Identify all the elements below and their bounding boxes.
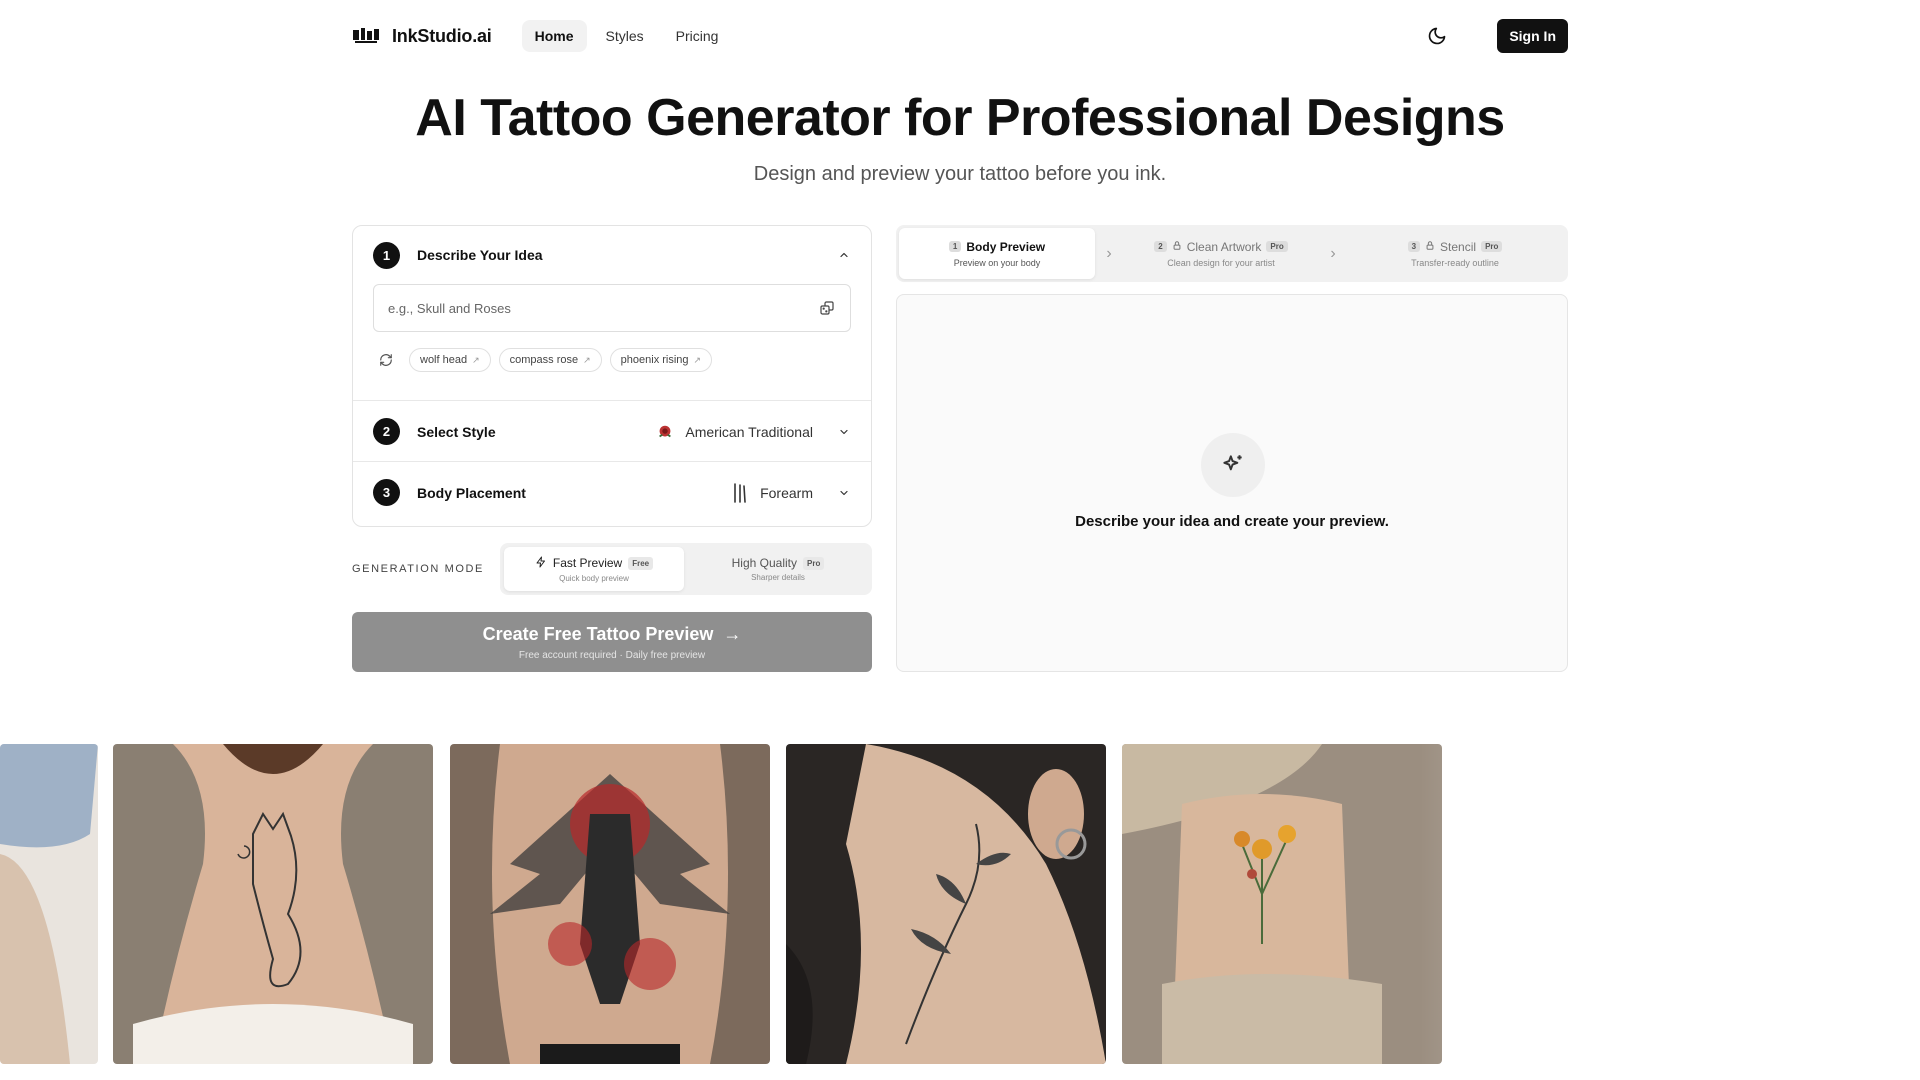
page-title: AI Tattoo Generator for Professional Des… [415,89,1505,147]
option-description: Sharper details [751,573,805,582]
generation-mode: GENERATION MODE Fast Preview Free Quick … [352,543,872,595]
arrow-up-right-icon: ↗ [693,354,702,365]
nav-pricing[interactable]: Pricing [663,20,732,52]
moon-icon[interactable] [1423,22,1451,50]
sparkles-icon [1201,433,1265,497]
step-2-right: American Traditional [655,422,851,442]
cta-label: Create Free Tattoo Preview [482,623,714,644]
pro-badge: Pro [1266,241,1288,252]
high-quality-option[interactable]: High Quality Pro Sharper details [688,547,868,591]
chip-label: phoenix rising [620,354,689,366]
tab-description: Preview on your body [953,257,1041,268]
tab-description: Transfer-ready outline [1411,257,1499,268]
preview-area: Describe your idea and create your previ… [896,294,1568,672]
lock-icon [1172,240,1182,254]
logo-icon [352,26,380,46]
chip-label: compass rose [509,354,579,366]
tab-clean-artwork[interactable]: 2 Clean Artwork Pro Clean design for you… [1123,228,1319,279]
suggestion-chip[interactable]: phoenix rising ↗ [609,348,713,372]
selected-style: American Traditional [685,423,813,440]
tab-stencil[interactable]: 3 Stencil Pro Transfer-ready outline [1347,228,1563,279]
preview-empty-message: Describe your idea and create your previ… [1075,513,1389,530]
page-subtitle: Design and preview your tattoo before yo… [753,163,1167,185]
gallery-image-neck-floral[interactable] [786,744,1106,1064]
main-nav: Home Styles Pricing [521,20,732,52]
chevron-up-icon[interactable] [837,248,851,262]
tab-label: Stencil [1440,239,1477,254]
tab-number: 2 [1154,241,1167,252]
free-badge: Free [628,556,654,570]
arrow-right-icon: → [723,623,742,644]
step-body-placement[interactable]: 3 Body Placement Forearm [353,462,871,524]
pro-badge: Pro [1481,241,1503,252]
design-form: 1 Describe Your Idea wolf head ↗ [352,225,872,527]
option-description: Quick body preview [559,573,629,583]
refresh-icon[interactable] [375,349,397,371]
gallery-image-fox-back[interactable] [113,744,433,1064]
option-label: Fast Preview [552,556,623,570]
generation-mode-label: GENERATION MODE [352,563,484,575]
tab-number: 1 [948,241,962,252]
fast-preview-option[interactable]: Fast Preview Free Quick body preview [504,547,684,591]
chip-label: wolf head [420,354,468,366]
lock-icon [1425,240,1435,254]
step-title: Select Style [417,423,496,440]
logo-text: InkStudio.ai [392,25,492,46]
tab-number: 3 [1407,241,1421,252]
step-describe-idea: 1 Describe Your Idea wolf head ↗ [353,226,871,401]
gallery-image-warrior-back[interactable] [450,744,770,1064]
step-3-header[interactable]: 3 Body Placement Forearm [353,462,871,523]
logo[interactable]: InkStudio.ai [352,26,492,47]
step-2-header[interactable]: 2 Select Style American Traditional [353,401,871,462]
tab-description: Clean design for your artist [1167,257,1275,268]
tab-label: Body Preview [966,239,1046,254]
arrow-up-right-icon: ↗ [583,354,591,365]
gallery-fade-overlay [1420,744,1920,1064]
example-gallery [0,744,1920,1064]
pro-badge: Pro [803,556,825,570]
chevron-down-icon[interactable] [837,486,851,500]
top-nav: InkStudio.ai Home Styles Pricing Sign In [352,18,1568,54]
rose-icon [655,422,675,442]
step-title: Body Placement [417,484,526,501]
forearm-icon [730,482,750,503]
idea-input[interactable] [388,300,818,316]
step-number: 3 [373,479,400,506]
arrow-up-right-icon: ↗ [472,354,480,365]
step-3-right: Forearm [730,482,851,503]
nav-home[interactable]: Home [521,20,587,52]
cta-note: Free account required · Daily free previ… [518,649,706,661]
chevron-right-icon: › [1106,244,1112,262]
tab-label: Clean Artwork [1186,239,1262,254]
generation-mode-toggle: Fast Preview Free Quick body preview Hig… [500,543,872,595]
selected-placement: Forearm [760,484,813,501]
step-number: 1 [373,241,400,269]
header-actions: Sign In [1423,19,1568,53]
step-number: 2 [373,418,400,445]
sign-in-button[interactable]: Sign In [1497,19,1568,53]
gallery-image-ankle-flowers[interactable] [1122,744,1442,1064]
tab-body-preview[interactable]: 1 Body Preview Preview on your body [899,228,1095,279]
step-title: Describe Your Idea [417,247,543,263]
dice-icon[interactable] [818,299,836,317]
idea-field [373,284,851,332]
chevron-down-icon[interactable] [837,425,851,439]
step-1-header[interactable]: 1 Describe Your Idea [353,226,871,284]
create-preview-button[interactable]: Create Free Tattoo Preview → Free accoun… [352,612,872,672]
step-select-style[interactable]: 2 Select Style American Traditional [353,401,871,462]
nav-styles[interactable]: Styles [593,20,657,52]
idea-suggestions: wolf head ↗ compass rose ↗ phoenix risin… [375,348,851,372]
suggestion-chip[interactable]: wolf head ↗ [409,348,491,372]
chevron-right-icon: › [1330,244,1336,262]
step-1-right [823,248,851,262]
output-tabs: 1 Body Preview Preview on your body › 2 … [896,225,1568,282]
lightning-icon [535,556,547,571]
gallery-image-arm[interactable] [0,744,98,1064]
suggestion-chip[interactable]: compass rose ↗ [498,348,602,372]
option-label: High Quality [731,556,798,570]
